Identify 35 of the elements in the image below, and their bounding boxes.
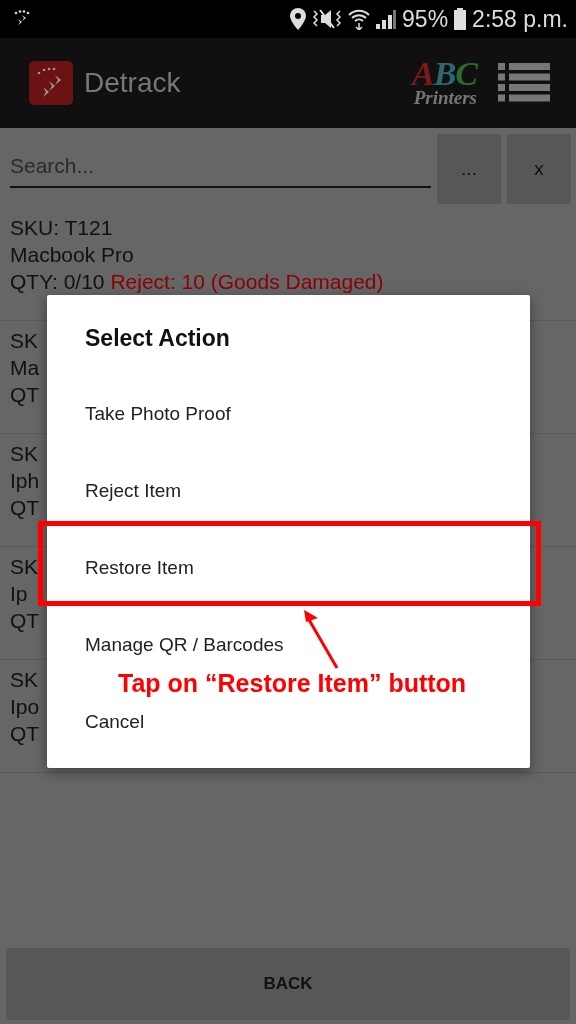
location-icon <box>290 8 307 30</box>
wifi-icon <box>348 8 371 30</box>
sku-text: SKU: T121 <box>10 215 113 241</box>
vibrate-mute-icon <box>312 8 343 30</box>
dialog-option[interactable]: Take Photo Proof <box>85 397 231 430</box>
dialog-title: Select Action <box>85 325 230 352</box>
sku-text: SK <box>10 441 38 467</box>
battery-percentage: 95% <box>402 5 449 33</box>
product-name: Ma <box>10 355 40 381</box>
battery-icon <box>454 8 467 30</box>
product-name: Ipo <box>10 694 40 720</box>
sku-text: SK <box>10 667 38 693</box>
app-title: Detrack <box>84 67 181 99</box>
dialog-option[interactable]: Cancel <box>85 705 145 738</box>
dialog-option[interactable]: Reject Item <box>85 474 182 507</box>
sku-text: SK <box>10 554 38 580</box>
annotation-caption: Tap on “Restore Item” button <box>118 668 467 698</box>
product-name: Ip <box>10 581 28 607</box>
brand-logo-letters: ABC <box>411 59 477 89</box>
product-name: Iph <box>10 468 40 494</box>
clock-time: 2:58 p.m. <box>472 5 568 33</box>
quantity-text: QTY: 0/10 Reject: 10 (Goods Damaged) <box>10 269 384 295</box>
signal-icon <box>376 9 397 29</box>
dialog-option[interactable]: Manage QR / Barcodes <box>85 628 284 661</box>
product-name: Macbook Pro <box>10 242 134 268</box>
quantity-text: QT <box>10 382 40 408</box>
app-logo-icon <box>29 61 73 105</box>
menu-icon[interactable] <box>498 63 550 103</box>
quantity-text: QT <box>10 608 40 634</box>
quantity-text: QT <box>10 721 40 747</box>
search-field[interactable]: Search... <box>10 150 431 188</box>
sku-text: SK <box>10 328 38 354</box>
dialog-option[interactable]: Restore Item <box>85 551 194 584</box>
brand-logo-subtitle: Printers <box>413 89 477 107</box>
quantity-text: QT <box>10 495 40 521</box>
